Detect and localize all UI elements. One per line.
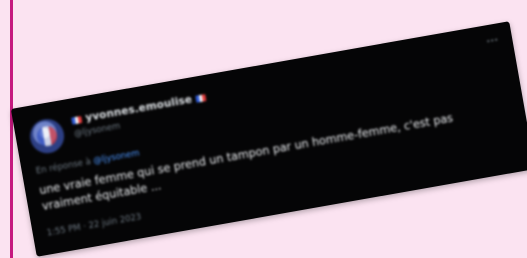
flag-icon bbox=[71, 115, 83, 125]
reply-target: @ljysonem bbox=[92, 148, 141, 167]
tweet-content: yvonnes.emoulise @ljysonem En réponse à … bbox=[11, 21, 527, 257]
more-icon bbox=[484, 36, 501, 45]
left-accent-line bbox=[10, 0, 13, 258]
tweet-header: yvonnes.emoulise bbox=[71, 91, 207, 126]
reply-prefix: En réponse à bbox=[35, 157, 92, 177]
avatar bbox=[27, 116, 67, 156]
display-name: yvonnes.emoulise bbox=[84, 93, 194, 125]
tweet-card: yvonnes.emoulise @ljysonem En réponse à … bbox=[10, 21, 527, 257]
tweet-timestamp: 1:55 PM · 22 juin 2023 bbox=[46, 212, 143, 239]
flag-icon bbox=[195, 93, 207, 103]
